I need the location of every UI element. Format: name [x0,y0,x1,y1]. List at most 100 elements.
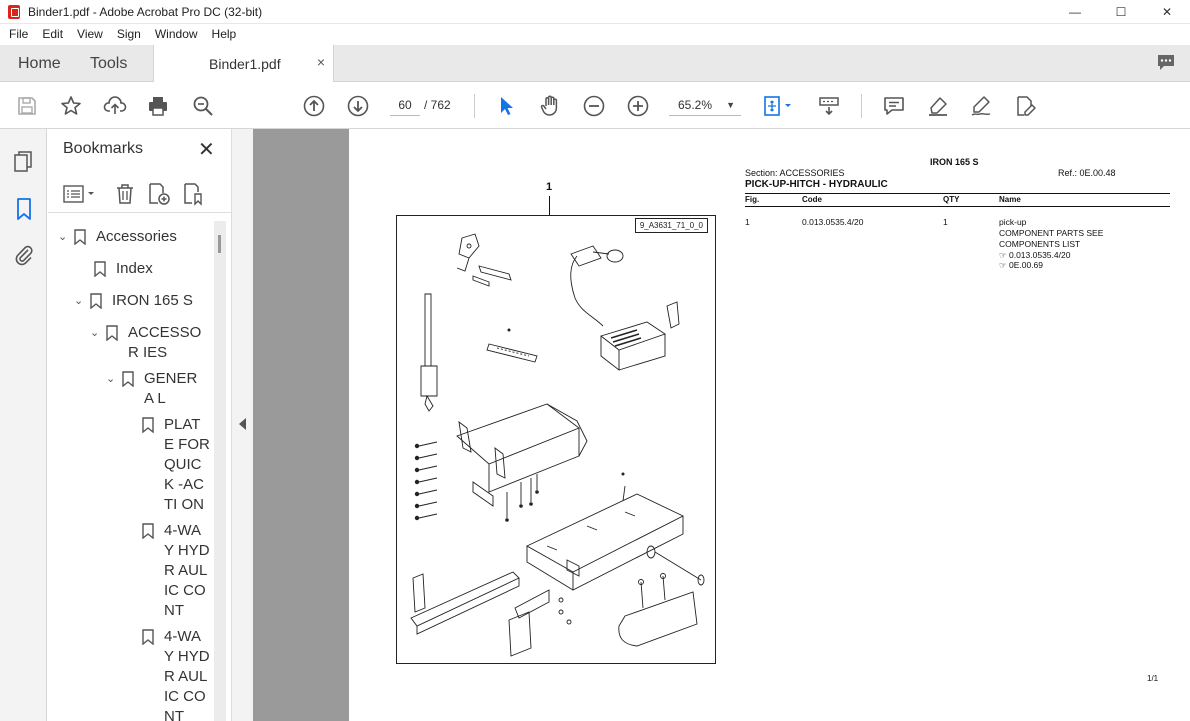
minimize-button[interactable]: — [1052,0,1098,24]
chevron-down-icon: ▼ [726,100,735,110]
bookmark-label: ACCESSOR IES [128,324,202,361]
menu-sign[interactable]: Sign [117,27,141,41]
toolbar-divider [861,94,862,118]
row-fig: 1 [745,217,750,227]
tab-document-label: Binder1.pdf [209,56,281,72]
comment-icon[interactable] [881,93,907,119]
tab-tools[interactable]: Tools [90,45,127,82]
row-code: 0.013.0535.4/20 [802,217,864,227]
figure-leader-line [549,196,550,216]
print-icon[interactable] [145,93,171,119]
bookmark-4-way-hydraulic[interactable]: 4-WA Y HYDR AULIC CONT [126,627,216,721]
bookmarks-scrollbar[interactable] [214,221,226,721]
window-title: Binder1.pdf - Adobe Acrobat Pro DC (32-b… [28,4,263,19]
col-code: Code [802,195,822,204]
search-icon[interactable] [190,93,216,119]
close-window-button[interactable]: ✕ [1144,0,1190,24]
figure-label: 9_A3631_71_0_0 [634,218,708,233]
row-name-1: pick-up [999,217,1027,227]
tab-home[interactable]: Home [18,45,61,82]
page-down-icon[interactable] [345,93,371,119]
select-cursor-icon[interactable] [493,93,519,119]
menu-view[interactable]: View [77,27,103,41]
star-icon[interactable] [58,93,84,119]
hand-icon[interactable] [537,93,563,119]
pdf-page: IRON 165 S Section: ACCESSORIES Ref.: 0E… [349,129,1190,721]
bookmark-general[interactable]: ⌄ GENERA L [106,369,216,409]
exploded-view-drawing [410,233,705,657]
find-bookmark-icon[interactable] [182,182,206,206]
collapse-panel-icon[interactable] [239,418,246,430]
bookmark-label: IRON 165 S [112,292,193,309]
menu-window[interactable]: Window [155,27,198,41]
col-qty: QTY [943,195,960,204]
page-heading: PICK-UP-HITCH - HYDRAULIC [745,179,888,190]
chevron-down-icon[interactable]: ⌄ [58,230,74,247]
bookmark-index[interactable]: Index [78,259,153,279]
bookmark-tree: ⌄ Accessories Index ⌄ IRON 165 S ⌄ ACCES… [48,221,218,721]
row-name-3: COMPONENTS LIST [999,239,1081,249]
maximize-button[interactable]: ☐ [1098,0,1144,24]
document-area[interactable]: IRON 165 S Section: ACCESSORIES Ref.: 0E… [253,129,1190,721]
bookmark-icon [74,229,86,245]
bookmark-4-way-hydraulic[interactable]: 4-WA Y HYDR AULIC CONT [126,521,216,621]
options-menu-icon[interactable] [62,183,98,205]
close-panel-button[interactable]: ✕ [198,137,215,162]
sign-icon[interactable] [968,93,994,119]
highlight-icon[interactable] [925,93,951,119]
bookmark-iron-165-s[interactable]: ⌄ IRON 165 S [74,291,193,311]
bookmark-icon [90,293,102,309]
chevron-down-icon[interactable]: ⌄ [74,294,90,311]
row-qty: 1 [943,217,948,227]
menu-edit[interactable]: Edit [42,27,63,41]
upload-icon[interactable] [102,93,128,119]
window-controls: — ☐ ✕ [1052,0,1190,24]
chevron-down-icon[interactable]: ⌄ [106,372,122,409]
new-bookmark-icon[interactable] [147,182,171,206]
bookmarks-title: Bookmarks [63,140,144,157]
bookmark-label: 4-WA Y HYDR AULIC CONT [164,628,210,721]
column-rule [745,206,1170,207]
bookmark-panel-icon[interactable] [13,197,35,221]
edit-pdf-icon[interactable] [1012,93,1038,119]
bookmarks-toolbar [48,175,231,213]
scrollbar-thumb[interactable] [218,235,221,253]
bookmark-icon [142,523,154,539]
menu-help[interactable]: Help [212,27,237,41]
model-name: IRON 165 S [930,157,979,167]
save-icon[interactable] [14,93,40,119]
col-name: Name [999,195,1021,204]
fit-page-icon[interactable] [760,93,796,119]
zoom-in-icon[interactable] [625,93,651,119]
bookmark-accessories[interactable]: ⌄ Accessories [58,227,177,247]
ref-label: Ref.: 0E.00.48 [1058,168,1116,178]
page-thumbnails-icon[interactable] [13,150,35,174]
paperclip-icon[interactable] [13,243,35,267]
bookmark-icon [122,371,134,387]
tab-document[interactable]: Binder1.pdf × [153,45,334,83]
bookmark-label: Index [116,260,153,277]
page-number-input[interactable]: 60 [390,94,420,116]
title-bar: Binder1.pdf - Adobe Acrobat Pro DC (32-b… [0,0,1190,24]
zoom-out-icon[interactable] [581,93,607,119]
bookmark-plate-quick-action[interactable]: PLATE FOR QUICK -ACTI ON [126,415,216,515]
section-label: Section: ACCESSORIES [745,168,845,178]
zoom-value: 65.2% [678,98,713,112]
cross-ref-link[interactable]: ☞ 0E.00.69 [999,260,1043,271]
menu-file[interactable]: File [9,27,28,41]
bookmark-accessories-sub[interactable]: ⌄ ACCESSOR IES [90,323,210,363]
panel-splitter[interactable] [231,129,253,721]
page-up-icon[interactable] [301,93,327,119]
bookmark-label: Accessories [96,228,177,245]
header-rule [745,193,1170,194]
zoom-select[interactable]: 65.2% ▼ [669,94,741,116]
scroll-mode-icon[interactable] [816,93,842,119]
menu-bar: File Edit View Sign Window Help [0,24,1190,44]
delete-icon[interactable] [114,183,136,205]
chevron-down-icon[interactable]: ⌄ [90,326,106,363]
bookmark-icon [94,261,106,277]
bookmark-icon [106,325,118,341]
bookmark-label: PLATE FOR QUICK -ACTI ON [164,416,210,513]
chat-icon[interactable] [1156,53,1176,71]
tab-close-button[interactable]: × [317,54,325,70]
